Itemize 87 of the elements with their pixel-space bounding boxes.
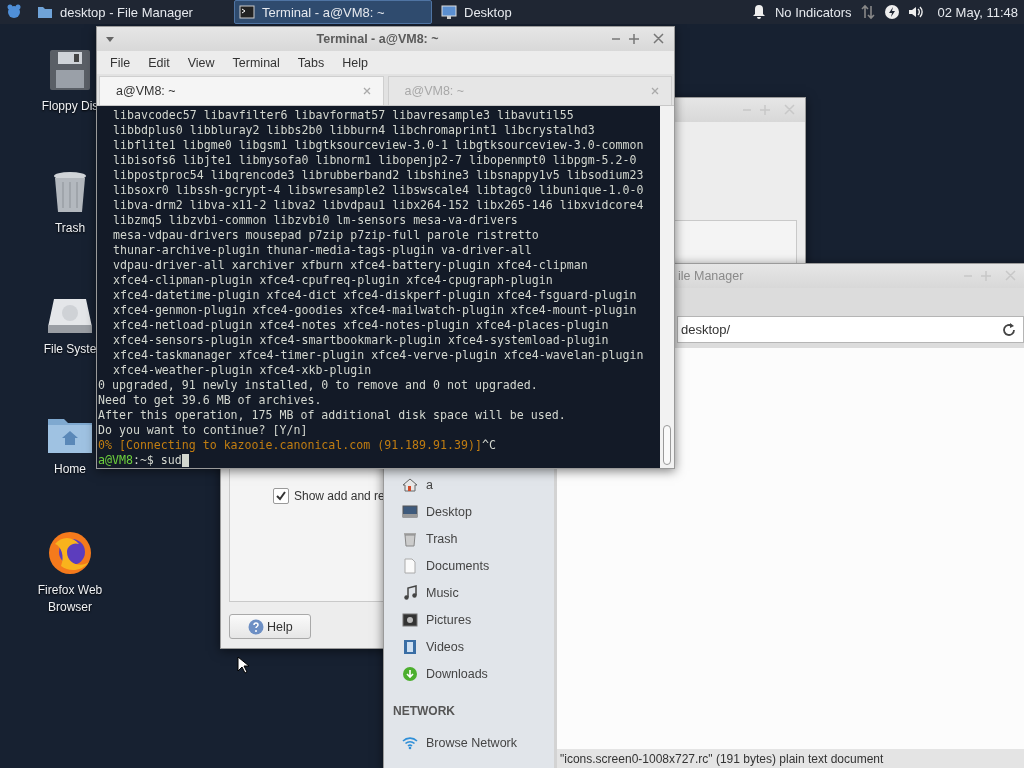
- sidebar-item[interactable]: Videos: [384, 633, 554, 660]
- close-icon: [362, 87, 371, 95]
- check-icon: [275, 490, 287, 502]
- refresh-icon: [1001, 321, 1017, 338]
- terminal-line: libavcodec57 libavfilter6 libavformat57 libavresample3 libavutil55: [112, 108, 575, 123]
- terminal-line: xfce4-clipman-plugin xfce4-cpufreq-plugin xfce4-cpugraph-plugin: [112, 273, 554, 288]
- window-buttons-icon: [741, 104, 797, 116]
- terminal-line: mesa-vdpau-drivers mousepad p7zip p7zip-full parole ristretto: [112, 228, 540, 243]
- terminal-line: libbdplus0 libbluray2 libbs2b0 libburn4 libchromaprint1 libcrystalhd3: [112, 123, 596, 138]
- taskbar-button[interactable]: Desktop: [436, 0, 634, 24]
- menu-item[interactable]: Edit: [139, 55, 179, 70]
- window-title: ile Manager: [678, 269, 744, 283]
- terminal-tab[interactable]: a@VM8: ~: [99, 76, 384, 105]
- terminal-line: xfce4-taskmanager xfce4-timer-plugin xfce4-verve-plugin xfce4-wavelan-plugin: [112, 348, 645, 363]
- sidebar-item[interactable]: Downloads: [384, 660, 554, 687]
- menu-item[interactable]: File: [101, 55, 140, 70]
- help-icon: [248, 618, 264, 635]
- trash-icon: [402, 530, 418, 547]
- desktop-icon-label[interactable]: File Syste: [43, 341, 97, 358]
- status-bar: "icons.screen0-1008x727.rc" (191 bytes) plain text document: [557, 749, 1024, 768]
- mouse-pointer-icon: [237, 656, 249, 674]
- command-prompt[interactable]: a@VM8:~$ sud: [98, 453, 182, 468]
- wifi-icon: [402, 734, 418, 751]
- text-cursor: [181, 454, 189, 467]
- document-icon: [402, 557, 418, 574]
- terminal-line: Do you want to continue? [Y/n]: [98, 423, 309, 438]
- menu-item[interactable]: View: [178, 55, 224, 70]
- film-strip-icon: [402, 638, 418, 655]
- monitor-icon: [441, 4, 457, 20]
- sidebar-item[interactable]: Trash: [384, 525, 554, 552]
- sidebar-item[interactable]: Desktop: [384, 498, 554, 525]
- sidebar-item[interactable]: a: [384, 471, 554, 498]
- terminal-line: xfce4-genmon-plugin xfce4-goodies xfce4-mailwatch-plugin xfce4-mount-plugin: [112, 303, 638, 318]
- scrollbar[interactable]: [660, 106, 674, 468]
- terminal-line: Need to get 39.6 MB of archives.: [98, 393, 323, 408]
- terminal-line: libflite1 libgme0 libgsm1 libgtksourceview-3.0-1 libgtksourceview-3.0-common: [112, 138, 645, 153]
- folder-icon: [37, 4, 53, 20]
- terminal-line: libisofs6 libjte1 libmysofa0 libnorm1 libopenjp2-7 libopenmpt0 libpgm-5.2-0: [112, 153, 638, 168]
- window-menu-icon: [105, 35, 115, 43]
- volume-icon: [907, 4, 924, 20]
- up-down-arrows-icon: [859, 4, 876, 20]
- mouse-logo-icon: [6, 2, 22, 19]
- sidebar-item[interactable]: Pictures: [384, 606, 554, 633]
- terminal-line: xfce4-sensors-plugin xfce4-smartbookmark-plugin xfce4-systemload-plugin: [112, 333, 610, 348]
- close-icon: [651, 87, 659, 95]
- help-button[interactable]: Help: [229, 614, 311, 639]
- terminal-line: 0% [Connecting to kazooie.canonical.com (91.189.91.39)]^C: [98, 438, 497, 453]
- picture-frame-icon: [402, 611, 418, 628]
- window-buttons-icon: [610, 33, 666, 45]
- clock: 02 May, 11:48: [937, 4, 1018, 20]
- desktop-icon-label[interactable]: Home: [54, 461, 86, 478]
- menu-item[interactable]: Help: [333, 55, 377, 70]
- menu-item[interactable]: Tabs: [288, 55, 334, 70]
- window-title: Terminal - a@VM8: ~: [316, 32, 439, 46]
- terminal-line: xfce4-datetime-plugin xfce4-dict xfce4-diskperf-plugin xfce4-fsguard-plugin: [112, 288, 638, 303]
- terminal-line: xfce4-netload-plugin xfce4-notes xfce4-notes-plugin xfce4-places-plugin: [112, 318, 610, 333]
- home-icon: [402, 476, 418, 493]
- indicator-label: No Indicators: [774, 4, 852, 20]
- terminal-line: libva-drm2 libva-x11-2 libva2 libvdpau1 libx264-152 libx265-146 libxvidcore4: [112, 198, 645, 213]
- monitor-icon: [402, 503, 418, 520]
- power-icon: [883, 4, 900, 20]
- terminal-line: thunar-archive-plugin thunar-media-tags-plugin va-driver-all: [112, 243, 533, 258]
- taskbar-button[interactable]: desktop - File Manager: [32, 0, 230, 24]
- desktop-icon-label[interactable]: Firefox Web Browser: [30, 582, 110, 616]
- floppy-icon: [48, 48, 92, 92]
- address-field[interactable]: desktop/: [677, 316, 1024, 343]
- sidebar-item[interactable]: Browse Network: [384, 729, 554, 756]
- terminal-line: 0 upgraded, 91 newly installed, 0 to remove and 0 not upgraded.: [98, 378, 539, 393]
- terminal-line: libpostproc54 libqrencode3 librubberband2 libshine3 libsnappy1v5 libsodium23: [112, 168, 645, 183]
- browser-logo-icon: [47, 530, 93, 576]
- checkbox[interactable]: [273, 488, 289, 504]
- terminal-line: After this operation, 175 MB of additional disk space will be used.: [98, 408, 567, 423]
- trash-icon: [52, 170, 88, 214]
- download-icon: [402, 665, 418, 682]
- taskbar-button[interactable]: Terminal - a@VM8: ~: [234, 0, 432, 24]
- terminal-line: libsoxr0 libssh-gcrypt-4 libswresample2 libswscale4 libtagc0 libunique-1.0-0: [112, 183, 645, 198]
- terminal-line: vdpau-driver-all xarchiver xfburn xfce4-battery-plugin xfce4-clipman: [112, 258, 589, 273]
- sidebar-item[interactable]: Music: [384, 579, 554, 606]
- window-buttons-icon: [962, 270, 1018, 282]
- terminal-line: libzmq5 libzvbi-common libzvbi0 lm-sensors mesa-va-drivers: [112, 213, 519, 228]
- terminal-icon: [239, 4, 255, 20]
- menu-item[interactable]: Terminal: [223, 55, 289, 70]
- sidebar-item[interactable]: Documents: [384, 552, 554, 579]
- music-note-icon: [402, 584, 418, 601]
- terminal-line: xfce4-weather-plugin xfce4-xkb-plugin: [112, 363, 373, 378]
- section-heading: NETWORK: [392, 703, 456, 720]
- desktop-icon-label[interactable]: Trash: [54, 220, 86, 237]
